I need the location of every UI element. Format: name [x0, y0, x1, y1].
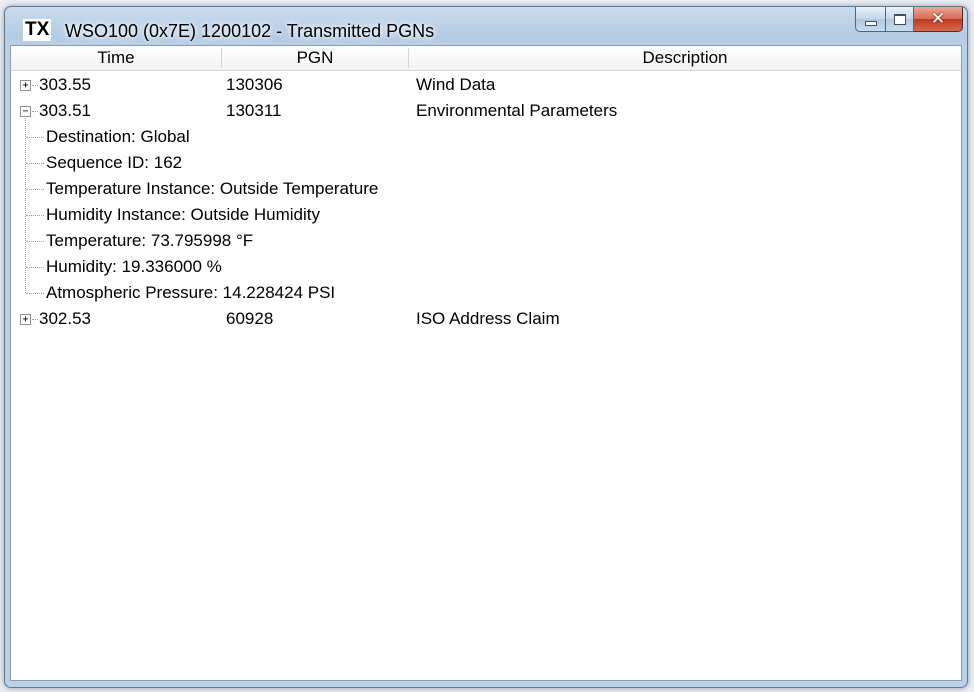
row-description: ISO Address Claim — [416, 309, 560, 328]
minimize-button[interactable] — [855, 7, 886, 32]
close-icon: ✕ — [930, 8, 946, 29]
tree-child-row[interactable]: Destination: Global — [11, 124, 961, 150]
tree-child-row[interactable]: Temperature: 73.795998 °F — [11, 228, 961, 254]
tree-connector — [26, 293, 44, 294]
tree-connector — [26, 215, 44, 216]
tree-body: + 303.55 130306 Wind Data − 303.51 13031… — [11, 72, 961, 680]
pgn-tree-view[interactable]: Time PGN Description + 303.55 130306 Win… — [10, 45, 962, 681]
caption-buttons: ✕ — [855, 7, 963, 34]
row-description: Environmental Parameters — [416, 101, 618, 120]
row-time: 303.51 — [39, 101, 91, 120]
row-time: 303.55 — [39, 75, 91, 94]
close-button[interactable]: ✕ — [914, 7, 963, 32]
expand-icon[interactable]: + — [20, 314, 31, 325]
tree-connector — [32, 319, 38, 320]
tree-row-iso-address-claim[interactable]: + 302.53 60928 ISO Address Claim — [11, 306, 961, 332]
maximize-button[interactable] — [886, 7, 914, 32]
tree-connector — [26, 241, 44, 242]
tree-connector — [26, 189, 44, 190]
child-temperature: Temperature: 73.795998 °F — [46, 231, 254, 250]
row-time: 302.53 — [39, 309, 91, 328]
child-destination: Destination: Global — [46, 127, 190, 146]
column-header-description[interactable]: Description — [409, 46, 961, 70]
tree-child-row[interactable]: Temperature Instance: Outside Temperatur… — [11, 176, 961, 202]
tx-app-icon: TX — [23, 19, 52, 41]
child-temperature-instance: Temperature Instance: Outside Temperatur… — [46, 179, 379, 198]
tree-connector — [26, 137, 44, 138]
tree-child-row[interactable]: Atmospheric Pressure: 14.228424 PSI — [11, 280, 961, 306]
row-description: Wind Data — [416, 75, 496, 94]
child-humidity-instance: Humidity Instance: Outside Humidity — [46, 205, 320, 224]
maximize-icon — [893, 13, 906, 25]
minimize-icon — [864, 20, 877, 26]
tree-connector — [32, 85, 38, 86]
window-title: WSO100 (0x7E) 1200102 - Transmitted PGNs — [65, 21, 435, 41]
expand-icon[interactable]: + — [20, 80, 31, 91]
row-pgn: 130311 — [226, 101, 282, 120]
column-header-pgn[interactable]: PGN — [222, 46, 408, 70]
row-pgn: 60928 — [226, 309, 274, 328]
row-pgn: 130306 — [226, 75, 283, 94]
child-humidity: Humidity: 19.336000 % — [46, 257, 222, 276]
tree-connector — [32, 111, 38, 112]
child-sequence-id: Sequence ID: 162 — [46, 153, 183, 172]
tree-row-environmental-parameters[interactable]: − 303.51 130311 Environmental Parameters — [11, 98, 961, 124]
tree-connector — [26, 163, 44, 164]
child-atmospheric-pressure: Atmospheric Pressure: 14.228424 PSI — [46, 283, 336, 302]
pgn-window: TX WSO100 (0x7E) 1200102 - Transmitted P… — [4, 6, 968, 688]
tree-connector — [26, 267, 44, 268]
column-header: Time PGN Description — [11, 46, 961, 71]
tree-child-row[interactable]: Humidity Instance: Outside Humidity — [11, 202, 961, 228]
tree-child-row[interactable]: Sequence ID: 162 — [11, 150, 961, 176]
tree-child-row[interactable]: Humidity: 19.336000 % — [11, 254, 961, 280]
tree-row-wind-data[interactable]: + 303.55 130306 Wind Data — [11, 72, 961, 98]
column-header-time[interactable]: Time — [11, 46, 221, 70]
title-bar[interactable]: TX WSO100 (0x7E) 1200102 - Transmitted P… — [5, 7, 967, 47]
